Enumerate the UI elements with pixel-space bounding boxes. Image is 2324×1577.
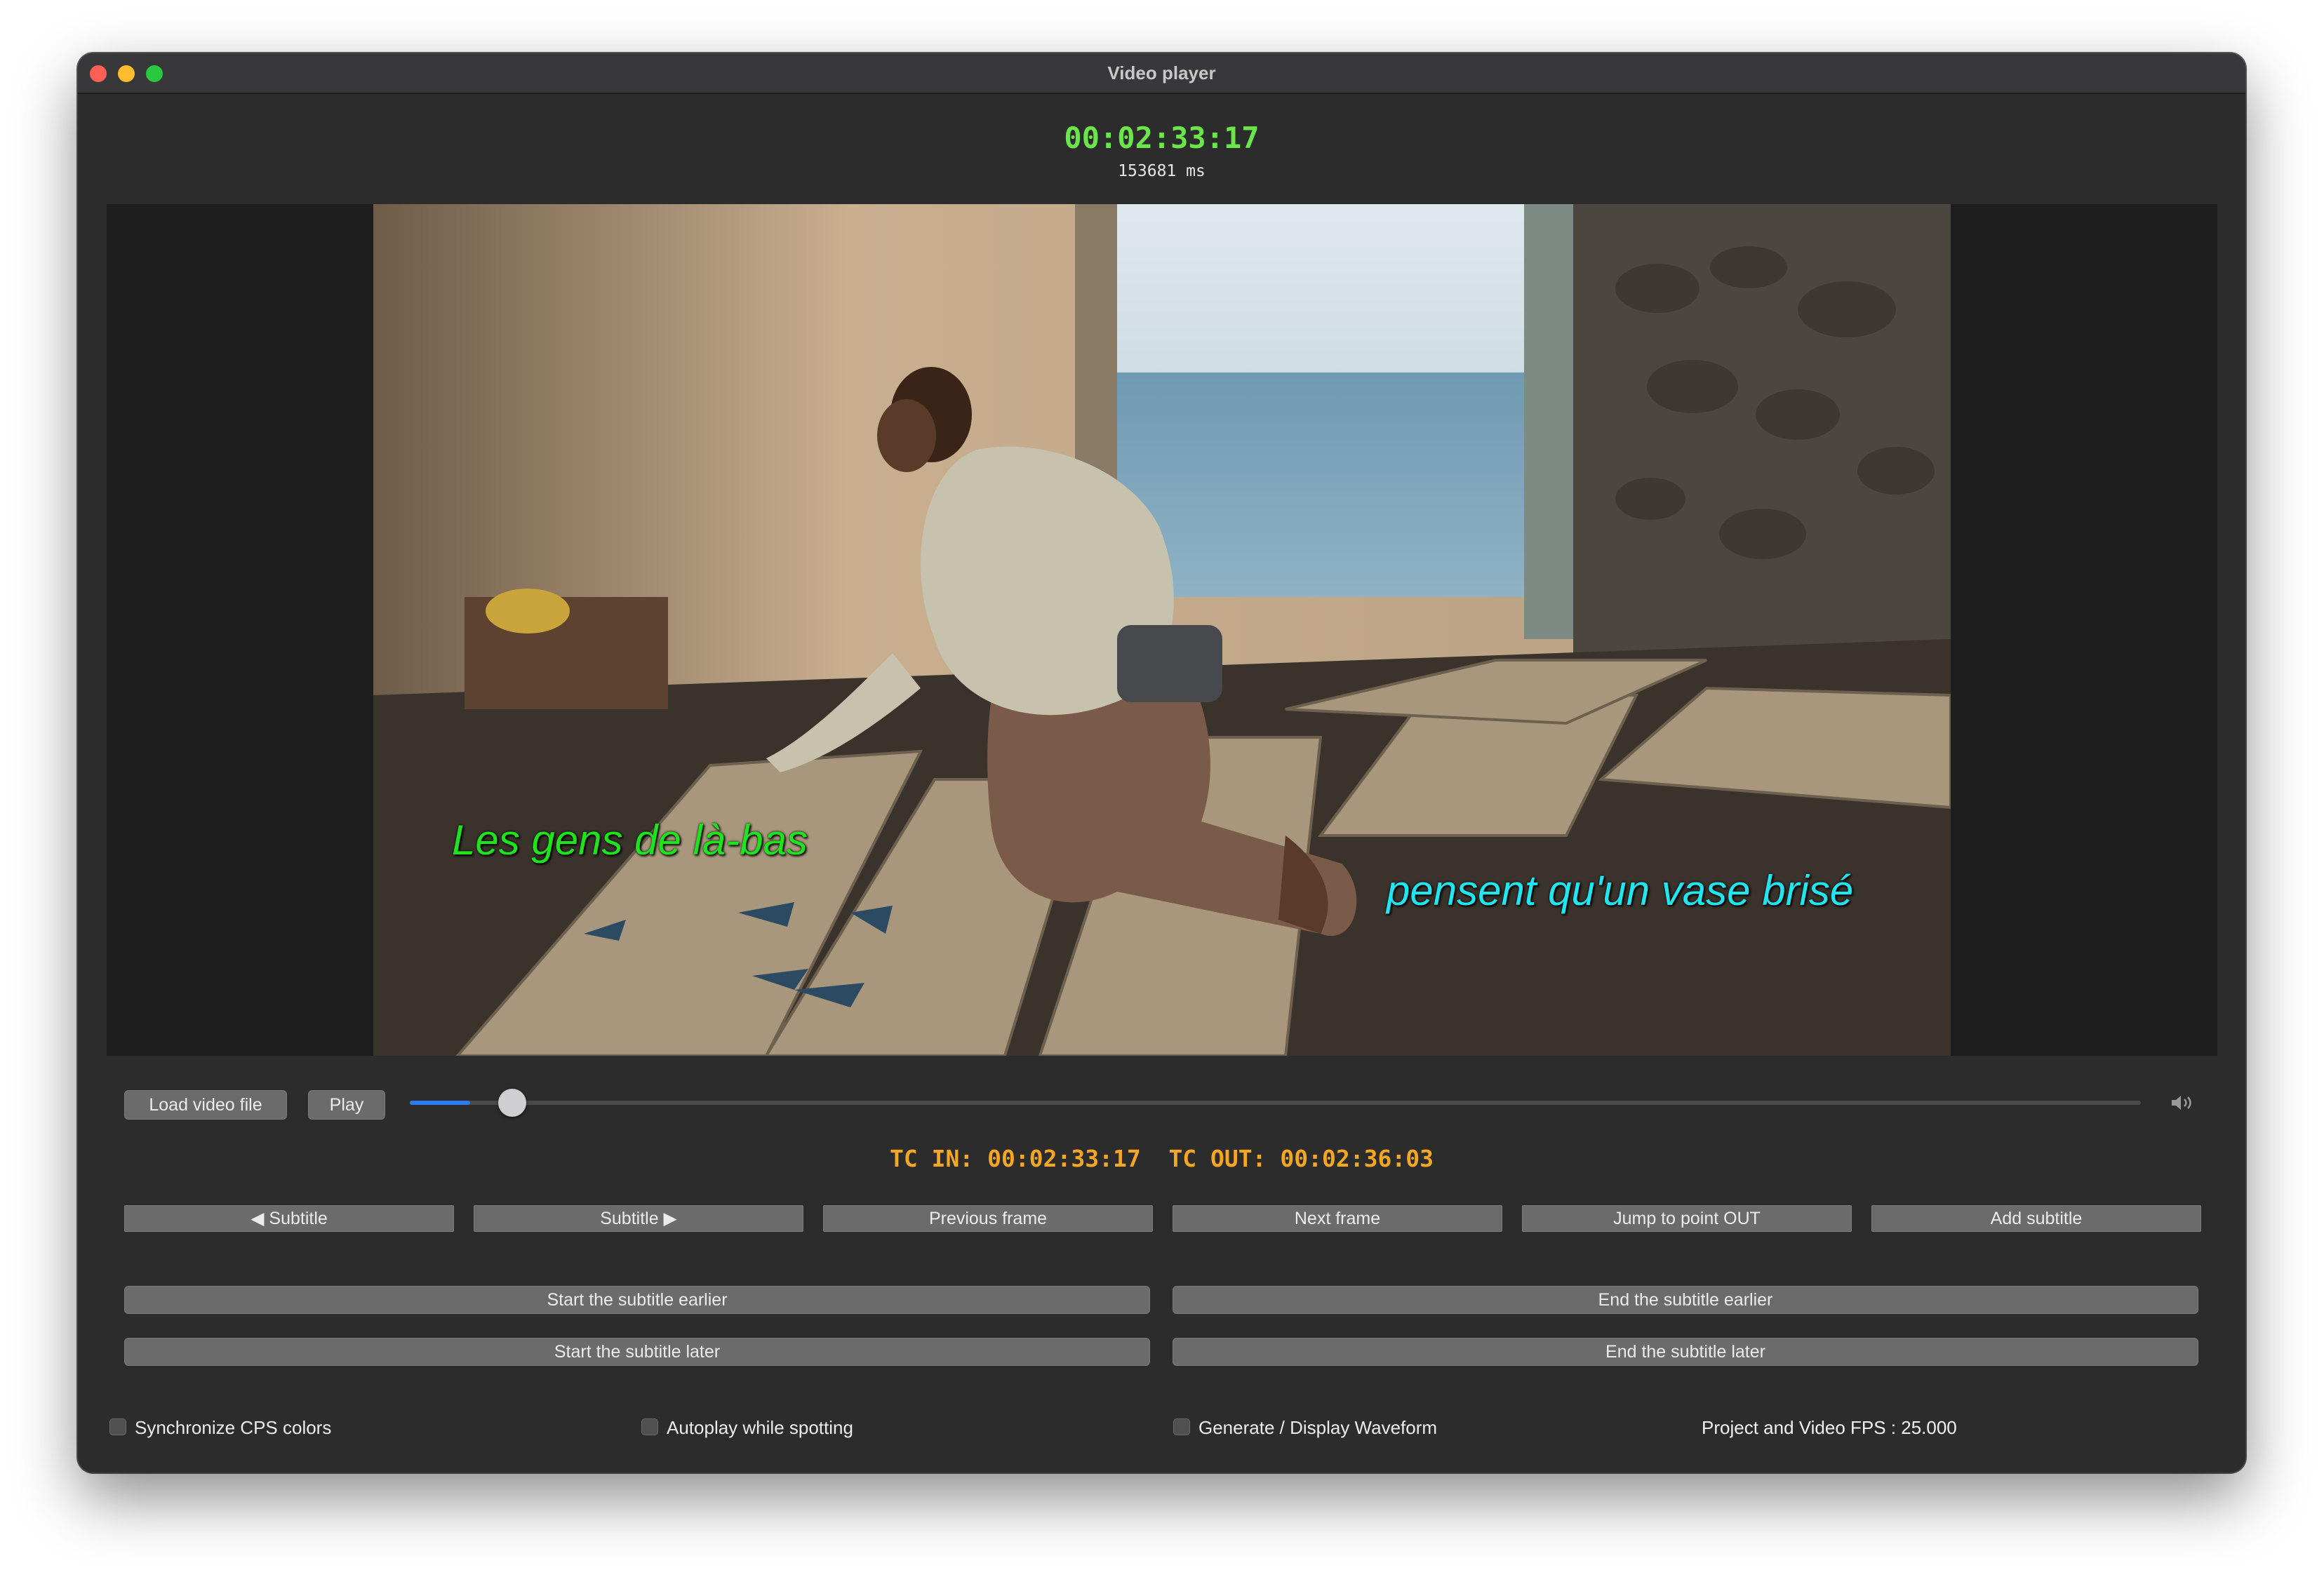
load-video-button[interactable]: Load video file: [124, 1090, 287, 1120]
playback-position-handle[interactable]: [498, 1089, 526, 1117]
next-subtitle-button[interactable]: Subtitle ▶: [474, 1205, 803, 1232]
jump-to-point-out-button[interactable]: Jump to point OUT: [1522, 1205, 1852, 1232]
previous-subtitle-button[interactable]: ◀ Subtitle: [124, 1205, 454, 1232]
waveform-label: Generate / Display Waveform: [1198, 1417, 1438, 1438]
speaker-icon[interactable]: [2170, 1094, 2196, 1111]
playback-position-fill: [410, 1101, 470, 1105]
subtitle-line-right: pensent qu'un vase brisé: [1387, 867, 1854, 914]
sync-cps-label: Synchronize CPS colors: [135, 1417, 332, 1438]
tc-in-out-row: TC IN: 00:02:33:17 TC OUT: 00:02:36:03: [78, 1145, 2245, 1172]
autoplay-checkbox[interactable]: [641, 1418, 658, 1435]
previous-frame-button[interactable]: Previous frame: [823, 1205, 1153, 1232]
video-frame-image: [373, 204, 1951, 1056]
add-subtitle-button[interactable]: Add subtitle: [1871, 1205, 2201, 1232]
playback-position-slider[interactable]: [410, 1089, 2141, 1117]
title-bar: Video player: [78, 53, 2245, 94]
current-milliseconds: 153681 ms: [1118, 162, 1206, 180]
video-display[interactable]: Les gens de là-bas pensent qu'un vase br…: [107, 204, 2217, 1056]
tc-out-value: 00:02:36:03: [1280, 1145, 1434, 1172]
play-button[interactable]: Play: [308, 1090, 385, 1120]
current-timecode: 00:02:33:17: [1064, 121, 1260, 155]
end-subtitle-later-button[interactable]: End the subtitle later: [1173, 1338, 2198, 1366]
start-subtitle-earlier-button[interactable]: Start the subtitle earlier: [124, 1286, 1150, 1314]
sync-cps-checkbox[interactable]: [109, 1418, 126, 1435]
end-subtitle-earlier-button[interactable]: End the subtitle earlier: [1173, 1286, 2198, 1314]
video-frame: Les gens de là-bas pensent qu'un vase br…: [373, 204, 1951, 1056]
start-subtitle-later-button[interactable]: Start the subtitle later: [124, 1338, 1150, 1366]
tc-in-label: TC IN:: [890, 1145, 974, 1172]
waveform-checkbox[interactable]: [1173, 1418, 1190, 1435]
fps-readout: Project and Video FPS : 25.000: [1702, 1417, 1957, 1438]
tc-in-value: 00:02:33:17: [987, 1145, 1141, 1172]
video-player-window: Video player 00:02:33:17 153681 ms Les g…: [78, 53, 2245, 1472]
tc-out-label: TC OUT:: [1168, 1145, 1267, 1172]
next-frame-button[interactable]: Next frame: [1173, 1205, 1502, 1232]
window-title: Video player: [1107, 62, 1216, 83]
autoplay-label: Autoplay while spotting: [667, 1417, 853, 1438]
subtitle-line-left: Les gens de là-bas: [452, 817, 808, 864]
